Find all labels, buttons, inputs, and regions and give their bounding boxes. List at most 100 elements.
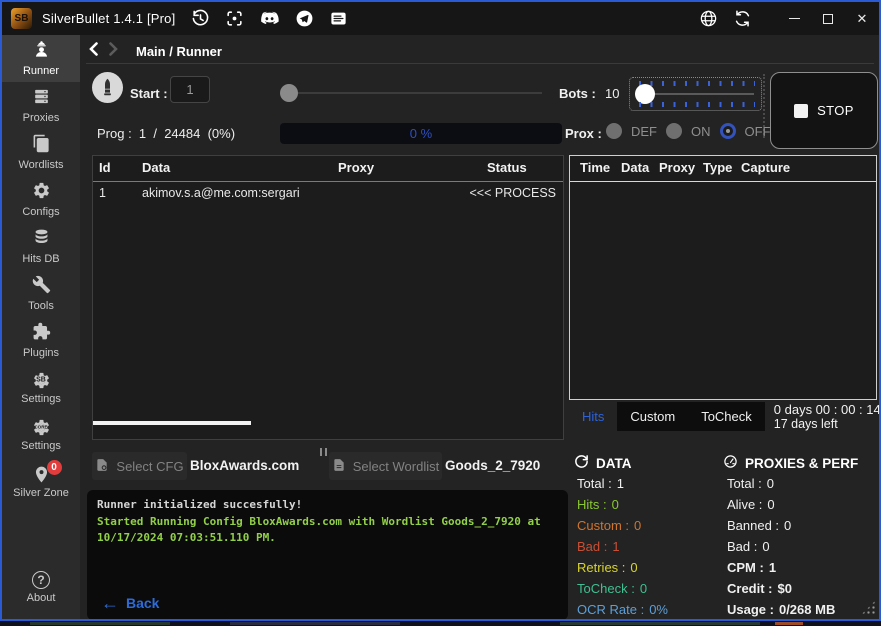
slider-ticks-top (639, 81, 755, 86)
select-cfg-button[interactable]: Select CFG (92, 452, 187, 480)
maximize-button[interactable] (811, 2, 845, 35)
nav-forward-icon[interactable] (108, 42, 119, 61)
header-underline (93, 181, 563, 182)
stat-banned: Banned :0 (727, 515, 835, 536)
sidebar-item-settings-core[interactable]: CORE Settings (2, 411, 80, 458)
titlebar: SB SilverBullet 1.4.1 [Pro] ✕ (2, 2, 879, 35)
stat-custom: Custom :0 (577, 515, 668, 536)
documents-icon (32, 134, 51, 156)
row-data: akimov.s.a@me.com:sergari (142, 186, 300, 200)
app-window: SB SilverBullet 1.4.1 [Pro] ✕ (0, 0, 881, 621)
capture-icon[interactable] (225, 9, 244, 28)
sidebar-item-settings-sb[interactable]: SB Settings (2, 364, 80, 411)
sidebar-item-proxies[interactable]: Proxies (2, 82, 80, 129)
col-proxy: Proxy (338, 160, 374, 175)
question-icon: ? (32, 571, 50, 589)
stop-button[interactable]: STOP (770, 72, 878, 149)
col-capture: Capture (741, 160, 790, 175)
splitter-handle[interactable] (320, 448, 327, 456)
bots-slider[interactable] (629, 77, 762, 111)
col-type: Type (703, 160, 732, 175)
data-table[interactable]: Id Data Proxy Status 1 akimov.s.a@me.com… (92, 155, 564, 440)
news-icon[interactable] (329, 9, 348, 28)
page-title: Main / Runner (136, 44, 222, 59)
start-slider-thumb[interactable] (280, 84, 298, 102)
sidebar-item-runner[interactable]: Runner (2, 35, 80, 82)
stat-hits: Hits :0 (577, 494, 668, 515)
silverzone-badge: 0 (47, 460, 62, 475)
bots-slider-track (638, 93, 754, 95)
start-label: Start : (130, 86, 168, 101)
horizontal-scrollbar[interactable] (93, 421, 251, 425)
progress-percent: 0 % (410, 126, 432, 141)
sidebar-item-configs[interactable]: Configs (2, 176, 80, 223)
nav-back-icon[interactable] (88, 42, 99, 61)
radio-on[interactable] (666, 123, 682, 139)
minimize-button[interactable] (777, 2, 811, 35)
selected-wordlist: Goods_2_7920 (445, 458, 540, 473)
bullet-icon (92, 72, 123, 103)
radio-off[interactable] (720, 123, 736, 139)
refresh-icon[interactable] (733, 9, 752, 28)
tab-tocheck[interactable]: ToCheck (688, 402, 765, 431)
row-status: <<< PROCESS (470, 186, 557, 200)
col-data: Data (142, 160, 170, 175)
prox-label: Prox : (565, 126, 602, 141)
tools-icon (32, 275, 51, 297)
col-status: Status (487, 160, 527, 175)
stat-proxy-bad: Bad :0 (727, 536, 835, 557)
back-button[interactable]: ← Back (101, 595, 159, 611)
sidebar-item-silverzone[interactable]: 0 Silver Zone (2, 458, 80, 505)
header-underline (570, 181, 876, 182)
hits-table[interactable]: Time Data Proxy Type Capture (569, 155, 877, 400)
results-tabstrip: Hits Custom ToCheck 0 days 00 : 00 : 14 … (569, 402, 877, 431)
header-divider (86, 63, 874, 64)
bots-label: Bots : (559, 86, 596, 101)
license-days-left: 17 days left (774, 417, 881, 431)
config-file-icon (95, 458, 109, 475)
stat-ocr-rate: OCR Rate :0% (577, 599, 668, 620)
globe-icon[interactable] (699, 9, 718, 28)
puzzle-icon (32, 322, 51, 344)
data-stats: Total :1 Hits :0 Custom :0 Bad :1 Retrie… (577, 473, 668, 620)
col-proxy2: Proxy (659, 160, 695, 175)
stop-square-icon (794, 104, 808, 118)
col-time: Time (580, 160, 610, 175)
stat-credit: Credit :$0 (727, 578, 835, 599)
screen: SB SilverBullet 1.4.1 [Pro] ✕ (0, 0, 881, 626)
sidebar-item-plugins[interactable]: Plugins (2, 317, 80, 364)
bots-slider-thumb[interactable] (635, 84, 655, 104)
stat-bad: Bad :1 (577, 536, 668, 557)
telegram-icon[interactable] (295, 9, 314, 28)
background-window-edge (0, 621, 881, 626)
tab-custom[interactable]: Custom (617, 402, 688, 431)
progress-label: Prog : 1 / 24484 (0%) (97, 126, 235, 141)
perf-stats: Total :0 Alive :0 Banned :0 Bad :0 CPM :… (727, 473, 835, 620)
history-icon[interactable] (191, 9, 210, 28)
close-button[interactable]: ✕ (845, 2, 879, 35)
stat-retries: Retries :0 (577, 557, 668, 578)
sidebar-item-hitsdb[interactable]: Hits DB (2, 223, 80, 270)
discord-icon[interactable] (259, 9, 280, 28)
sidebar: Runner Proxies Wordlists Configs Hits DB… (2, 35, 80, 619)
sidebar-item-wordlists[interactable]: Wordlists (2, 129, 80, 176)
row-id: 1 (99, 186, 106, 200)
gear-sb-icon: SB (32, 371, 51, 390)
bots-value: 10 (605, 86, 619, 101)
radio-def[interactable] (606, 123, 622, 139)
start-slider-track (290, 92, 542, 94)
tab-hits[interactable]: Hits (569, 402, 617, 431)
stat-tocheck: ToCheck :0 (577, 578, 668, 599)
stat-proxy-total: Total :0 (727, 473, 835, 494)
sidebar-item-tools[interactable]: Tools (2, 270, 80, 317)
resize-grip[interactable] (861, 600, 876, 615)
col-data2: Data (621, 160, 649, 175)
sidebar-item-about[interactable]: ? About (2, 564, 80, 611)
map-pin-icon: 0 (32, 465, 51, 484)
back-arrow-icon: ← (101, 595, 119, 611)
start-input[interactable] (170, 76, 210, 103)
select-wordlist-button[interactable]: Select Wordlist (329, 452, 442, 480)
log-line: Runner initialized succesfully! (97, 497, 558, 514)
gauge-icon (723, 454, 738, 472)
stat-cpm: CPM :1 (727, 557, 835, 578)
